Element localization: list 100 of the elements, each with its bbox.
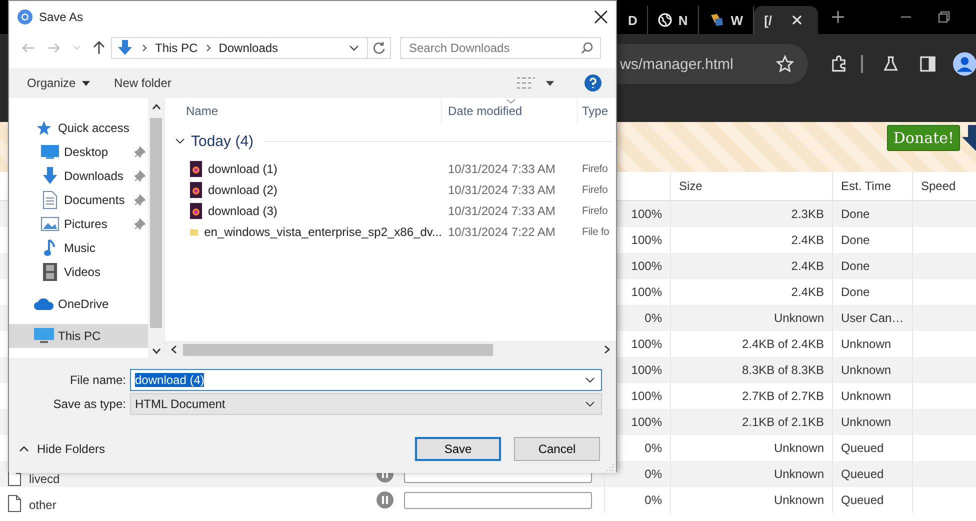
resize-grip-icon[interactable] xyxy=(606,463,614,471)
close-tab-icon[interactable] xyxy=(792,15,802,25)
pin-icon xyxy=(134,218,146,230)
caret-icon xyxy=(82,81,90,86)
file-icon xyxy=(190,182,202,198)
percent-text: 0% xyxy=(644,493,662,507)
nav-item[interactable]: Downloads xyxy=(9,164,148,188)
view-options-icon[interactable] xyxy=(516,77,536,89)
size-text: 8.3KB of 8.3KB xyxy=(742,363,824,377)
pin-icon xyxy=(134,170,146,182)
flask-icon[interactable] xyxy=(882,55,900,73)
column-header[interactable]: Size xyxy=(670,172,832,200)
nav-item[interactable]: Videos xyxy=(9,260,148,284)
dropdown-icon[interactable] xyxy=(585,377,595,383)
globe-icon xyxy=(658,13,672,27)
close-icon[interactable] xyxy=(594,10,608,24)
address-field[interactable]: This PC Downloads xyxy=(111,37,391,59)
file-name[interactable]: download (3) xyxy=(208,204,278,218)
up-icon[interactable] xyxy=(93,41,105,55)
help-icon[interactable] xyxy=(584,74,602,92)
nav-item[interactable]: Desktop xyxy=(9,140,148,164)
size-text: 2.4KB xyxy=(791,259,824,273)
column-header[interactable]: Est. Time xyxy=(832,172,912,200)
dropdown-icon[interactable] xyxy=(585,401,595,407)
side-panel-icon[interactable] xyxy=(918,55,937,73)
organize-button[interactable]: Organize xyxy=(19,76,98,90)
cancel-button[interactable]: Cancel xyxy=(514,437,600,461)
column-header[interactable]: Date modified xyxy=(442,98,578,124)
save-button[interactable]: Save xyxy=(415,437,501,461)
chevron-up-icon xyxy=(19,446,29,452)
percent-text: 100% xyxy=(631,389,662,403)
star-icon[interactable] xyxy=(776,55,794,73)
file-name[interactable]: en_windows_vista_enterprise_sp2_x86_dv... xyxy=(204,224,442,238)
nav-item[interactable]: OneDrive xyxy=(9,292,148,316)
column-header[interactable]: Speed xyxy=(912,172,976,200)
percent-text: 100% xyxy=(631,337,662,351)
column-header[interactable]: Name xyxy=(165,98,442,124)
status-text: Unknown xyxy=(841,389,892,403)
nav-item[interactable]: Documents xyxy=(9,188,148,212)
date-text: 10/31/2024 7:22 AM xyxy=(447,224,556,238)
breadcrumb[interactable]: This PC xyxy=(155,41,198,55)
scroll-left-icon[interactable] xyxy=(171,345,177,354)
size-text: Unknown xyxy=(774,311,824,325)
size-text: Unknown xyxy=(774,493,824,507)
status-text: Unknown xyxy=(841,337,892,351)
field-label: Save as type: xyxy=(52,397,127,411)
window-title: Save As xyxy=(39,10,84,24)
file-name: other xyxy=(29,498,56,512)
dropdown-icon[interactable] xyxy=(349,45,359,51)
monitor-icon xyxy=(41,145,59,159)
new-folder-button[interactable]: New folder xyxy=(106,76,180,90)
pin-icon xyxy=(134,194,146,206)
donate-button[interactable]: Donate! xyxy=(887,125,960,151)
image-icon xyxy=(708,13,725,27)
size-text: Unknown xyxy=(774,441,824,455)
music-note-icon xyxy=(44,239,56,257)
size-text: Unknown xyxy=(774,467,824,481)
nav-item[interactable]: Music xyxy=(9,236,148,260)
status-text: Unknown xyxy=(841,363,892,377)
group-header[interactable]: Today (4) xyxy=(191,132,254,150)
chevron-icon[interactable] xyxy=(142,44,147,52)
date-text: 10/31/2024 7:33 AM xyxy=(447,182,556,196)
hide-folders-button[interactable]: Hide Folders xyxy=(19,442,106,456)
nav-item[interactable]: Quick access xyxy=(9,116,148,140)
scroll-up-icon[interactable] xyxy=(152,104,160,110)
nav-item[interactable]: Pictures xyxy=(9,212,148,236)
search-field[interactable]: Search Downloads xyxy=(400,37,601,59)
file-icon xyxy=(8,495,21,512)
chevron-icon[interactable] xyxy=(206,44,211,52)
puzzle-icon[interactable] xyxy=(830,55,848,73)
scrollbar[interactable] xyxy=(165,341,616,358)
breadcrumb[interactable]: Downloads xyxy=(218,41,278,55)
status-text: Done xyxy=(841,285,870,299)
file-icon xyxy=(190,202,202,218)
collapse-icon[interactable] xyxy=(175,138,185,144)
column-header[interactable]: Type xyxy=(578,98,616,124)
file-name: livecd xyxy=(29,472,60,486)
sort-icon xyxy=(506,99,516,104)
pause-icon[interactable] xyxy=(376,491,394,509)
refresh-icon[interactable] xyxy=(372,41,386,55)
browser-tab[interactable]: [/ xyxy=(754,6,818,34)
restore-icon[interactable] xyxy=(938,11,950,23)
file-name[interactable]: download (1) xyxy=(208,162,278,176)
percent-text: 0% xyxy=(644,467,662,481)
file-name-field[interactable]: download (4) xyxy=(130,369,602,391)
status-text: Queued xyxy=(841,467,884,481)
nav-item[interactable]: This PC xyxy=(9,324,148,348)
search-icon[interactable] xyxy=(581,42,593,54)
percent-text: 100% xyxy=(631,207,662,221)
save-type-dropdown[interactable]: HTML Document xyxy=(130,393,602,415)
scroll-down-icon[interactable] xyxy=(152,348,160,354)
caret-icon[interactable] xyxy=(546,80,554,86)
profile-avatar-icon[interactable] xyxy=(952,52,976,76)
scroll-right-icon[interactable] xyxy=(604,345,610,354)
percent-text: 100% xyxy=(631,233,662,247)
date-text: 10/31/2024 7:33 AM xyxy=(447,162,556,176)
file-name[interactable]: download (2) xyxy=(208,182,278,196)
new-tab-icon[interactable] xyxy=(832,11,844,23)
app-icon xyxy=(17,8,33,24)
status-text: Queued xyxy=(841,441,884,455)
